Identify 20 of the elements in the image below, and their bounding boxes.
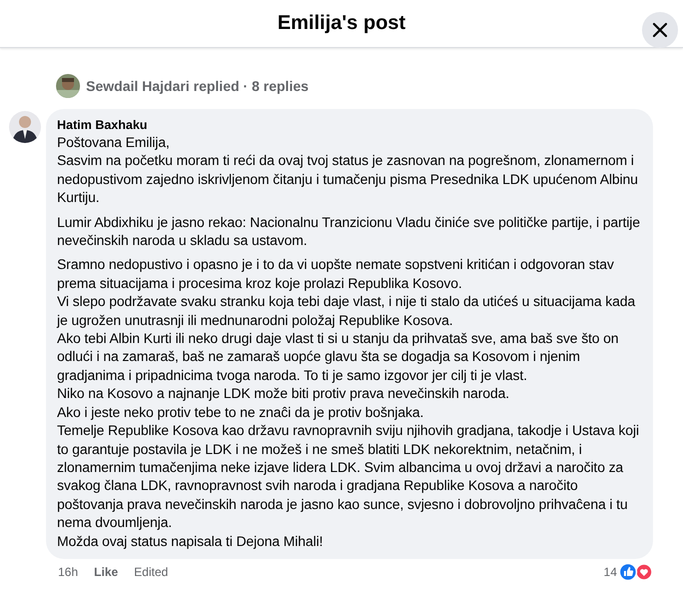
- comment-text: Možda ovaj status napisala ti Dejona Mihali!: [57, 532, 324, 550]
- post-title: Emilija's post: [277, 12, 406, 35]
- comment-text: Ako tebi Albin Kurti ili neko drugi daje vlast ti si u stanju da prihvataš sve, ama baš sve što on odlući i na zamaraš, baš ne zamaraš uopće glavu šta se dogadja sa Kosovom i njenim gradjanima i pripadnicima tvoga naroda. To ti je samo izgovor jer cilj ti je vlast.: [57, 329, 620, 384]
- reaction-icons[interactable]: [619, 562, 653, 581]
- reaction-count[interactable]: 14: [604, 564, 617, 579]
- comment-text: Ako i jeste neko protiv tebe to ne znaĉi da je protiv bošnjaka.: [57, 402, 425, 422]
- comment-text: Sramno nedopustivo i opasno je i to da vi uopšte nemate sopstveni kritićan i odgovoran stav prema situacijama i procesima kroz koje prolazi Republika Kosovo.: [57, 255, 615, 292]
- close-icon: [652, 22, 668, 38]
- edited-label[interactable]: Edited: [134, 564, 168, 579]
- author-name[interactable]: Hatim Baxhaku: [57, 117, 645, 133]
- comment-time[interactable]: 16h: [58, 564, 78, 579]
- comment-text: Niko na Kosovo a najnanje LDK može biti protiv prava nevečinskih naroda.: [57, 384, 510, 403]
- comment-text: Temelje Republike Kosova kao državu ravnopravnih sviju njihovih gradjana, takodje i Ustava koji to garantuje postavila je LDK i ne možeš i ne smeš blatiti LDK nekorektnim, netačnim, i zlonamernim tumačenjima neke izjave lidera LDK. Svim albancima u ovoj državi a naročito za svakog člana LDK, ravnopravnost svih naroda i gradjana Republike Kosova a naročito poštovanja prava nevečinskih naroda je jasno kao sunce, svjesno i dobrovoljno prihvaĉena i tu nema dvoumljenja.: [57, 421, 640, 532]
- close-button[interactable]: [642, 12, 678, 48]
- comment-text: Lumir Abdixhiku je jasno rekao: Nacionalnu Tranzicionu Vladu činiće sve političke partije, i partije nevečinskih naroda u skladu sa ustavom.: [57, 212, 641, 250]
- comment-text: Poštovana Emilija,: [57, 133, 170, 152]
- like-link[interactable]: Like: [94, 564, 118, 579]
- comment-text: Vi slepo podržavate svaku stranku koja tebi daje vlast, i nije ti stalo da utićeś u situacijama kada je ugrožen unutrasnji ili mednunarodni položaj Republike Kosova.: [57, 292, 636, 330]
- comment-text: Sasvim na početku moram ti reći da ovaj tvoj status je zasnovan na pogrešnom, zlonamernom i nedopustivom zajedno iskrivljenom čitanju i tumačenju pisma Presednika LDK upućenom Albinu Kurtiju.: [57, 151, 639, 207]
- replies-link[interactable]: Sewdail Hajdari replied · 8 replies: [86, 78, 309, 94]
